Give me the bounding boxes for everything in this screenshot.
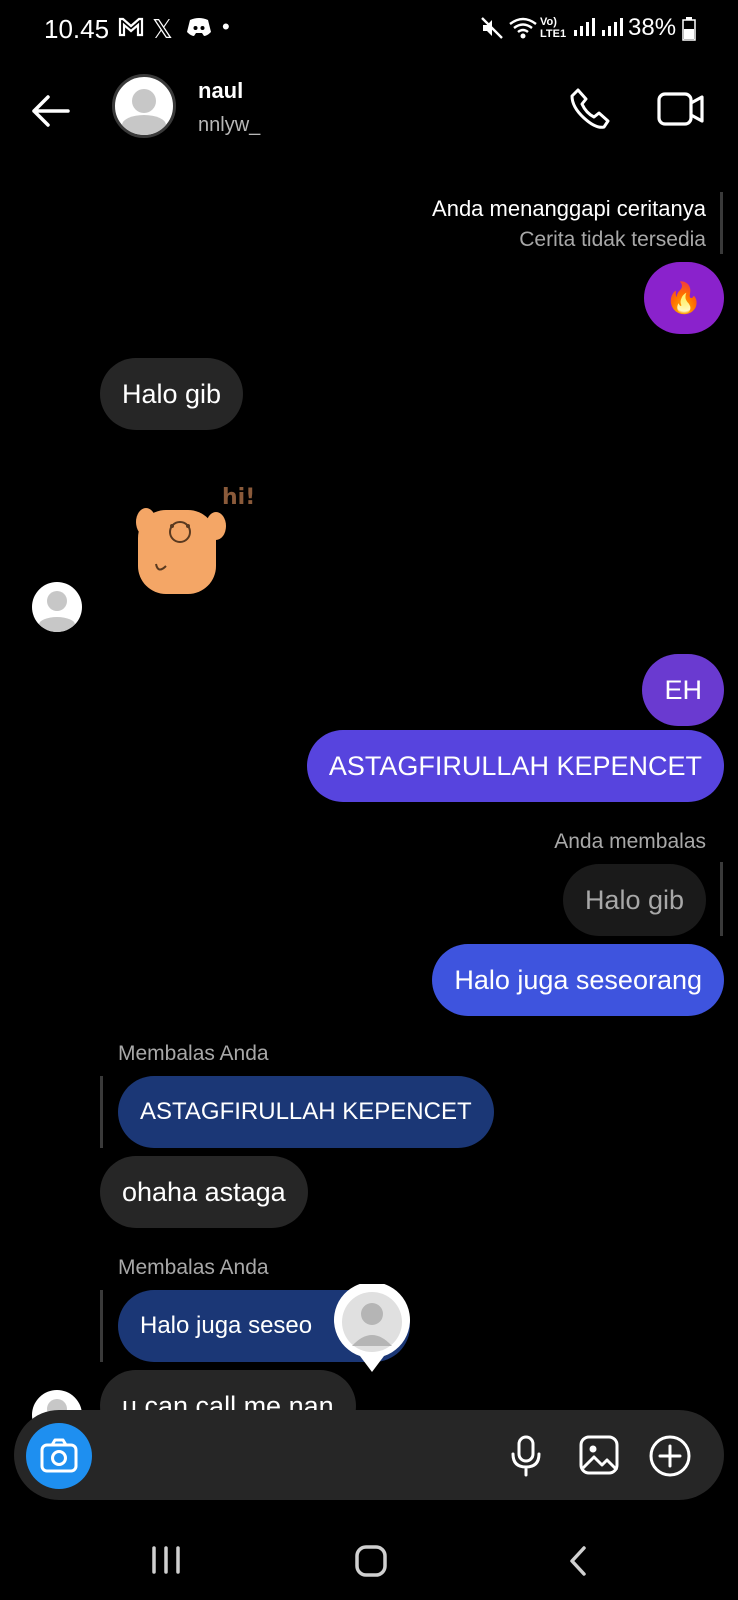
sticker-text: hi! — [222, 485, 255, 510]
replying-to-you-label-2: Membalas Anda — [118, 1256, 269, 1279]
camera-button[interactable] — [26, 1423, 92, 1489]
story-unavailable-label: Cerita tidak tersedia — [519, 228, 706, 251]
back-button[interactable] — [28, 88, 74, 134]
volte-icon: Vo) LTE1 — [540, 16, 567, 40]
voice-call-button[interactable] — [568, 86, 614, 137]
story-reply-label: Anda menanggapi ceritanya — [432, 196, 706, 221]
home-button[interactable] — [354, 1544, 388, 1583]
fire-icon: 🔥 — [665, 281, 703, 315]
recent-apps-button[interactable] — [150, 1544, 182, 1581]
x-icon: 𝕏 — [152, 14, 173, 44]
seen-avatar-icon — [334, 1281, 410, 1372]
status-time: 10.45 — [44, 14, 110, 44]
status-bar: 10.45 𝕏 • Vo) LTE1 38% — [0, 0, 738, 62]
replying-to-you-label-1: Membalas Anda — [118, 1042, 269, 1065]
image-icon — [579, 1435, 619, 1475]
message-sent-halo-juga[interactable]: Halo juga seseorang — [432, 944, 724, 1016]
system-nav-bar — [0, 1520, 738, 1600]
contact-name[interactable]: naul — [198, 78, 243, 104]
story-reaction-bubble[interactable]: 🔥 — [644, 262, 724, 334]
discord-icon — [186, 16, 212, 44]
wifi-icon — [508, 16, 538, 46]
recents-icon — [152, 1546, 180, 1574]
gmail-icon — [118, 16, 144, 44]
quote-bar-2 — [100, 1290, 103, 1362]
story-reply-bar — [720, 192, 723, 254]
seen-indicator — [332, 1281, 412, 1374]
signal-icon-2 — [600, 16, 624, 44]
dot-icon: • — [222, 14, 230, 39]
message-received-ohaha[interactable]: ohaha astaga — [100, 1156, 308, 1228]
microphone-icon — [511, 1435, 541, 1477]
chat-header: naul nnlyw_ — [0, 62, 738, 172]
chevron-left-icon — [570, 1546, 586, 1576]
microphone-button[interactable] — [508, 1434, 544, 1483]
message-sent-eh[interactable]: EH — [642, 654, 724, 726]
you-replied-label: Anda membalas — [554, 830, 706, 853]
home-icon — [355, 1545, 387, 1577]
reply-quote-bar — [720, 862, 723, 936]
more-options-button[interactable] — [648, 1434, 692, 1483]
bear-sticker-icon: hi! — [136, 485, 255, 594]
system-back-button[interactable] — [566, 1544, 590, 1583]
quote-bar-1 — [100, 1076, 103, 1148]
video-camera-icon — [657, 92, 704, 126]
camera-icon — [40, 1438, 78, 1473]
contact-username[interactable]: nnlyw_ — [198, 114, 260, 137]
video-call-button[interactable] — [656, 88, 706, 135]
message-sent-astagfirullah[interactable]: ASTAGFIRULLAH KEPENCET — [306, 730, 724, 802]
battery-icon — [682, 17, 696, 46]
sender-avatar[interactable] — [32, 582, 82, 632]
phone-icon — [570, 88, 610, 129]
battery-percent: 38% — [628, 14, 677, 41]
signal-icon — [572, 16, 596, 44]
profile-avatar[interactable] — [112, 74, 176, 138]
quoted-message-astagfirullah[interactable]: ASTAGFIRULLAH KEPENCET — [118, 1076, 494, 1148]
quoted-message-halo-gib[interactable]: Halo gib — [562, 864, 706, 936]
message-received-halo-gib[interactable]: Halo gib — [100, 358, 244, 430]
sticker-bear-hi[interactable]: hi! — [128, 482, 258, 602]
plus-circle-icon — [649, 1435, 691, 1477]
gallery-button[interactable] — [578, 1434, 620, 1481]
mute-icon — [480, 16, 504, 46]
arrow-left-icon — [32, 95, 70, 127]
